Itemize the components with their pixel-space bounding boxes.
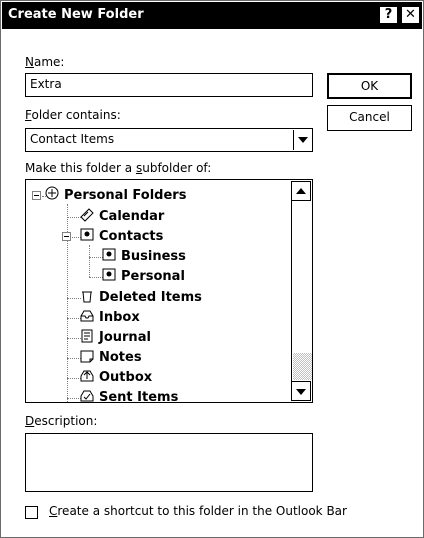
- tree-item-business[interactable]: Business: [101, 247, 186, 267]
- deleted-items-icon: [82, 291, 92, 303]
- arrow-down-icon: [296, 389, 306, 395]
- dropdown-arrow-button[interactable]: [293, 130, 311, 150]
- create-new-folder-dialog: Create New Folder ? ✕ Name: Extra Folder…: [0, 0, 424, 538]
- arrow-up-icon: [296, 188, 306, 194]
- folder-contains-select[interactable]: Contact Items: [25, 128, 313, 152]
- collapse-toggle[interactable]: [32, 191, 41, 200]
- folder-tree[interactable]: Personal Folders Calendar Contacts Busin…: [25, 179, 313, 403]
- tree-item-personal-folders[interactable]: Personal Folders: [44, 186, 186, 206]
- journal-icon: [81, 329, 93, 343]
- folder-contains-label: Folder contains:: [25, 108, 121, 122]
- tree-item-inbox[interactable]: Inbox: [79, 308, 140, 328]
- scroll-down-button[interactable]: [291, 381, 311, 401]
- shortcut-checkbox[interactable]: [25, 506, 38, 519]
- dialog-title: Create New Folder: [8, 7, 144, 22]
- tree-item-sent-items[interactable]: Sent Items: [79, 388, 178, 402]
- description-textarea[interactable]: [25, 433, 313, 492]
- tree-item-calendar[interactable]: Calendar: [79, 207, 164, 227]
- personal-folders-icon: [45, 186, 59, 200]
- name-label: Name:: [25, 55, 65, 69]
- folder-contains-value: Contact Items: [30, 132, 115, 146]
- shortcut-label[interactable]: Create a shortcut to this folder in the …: [49, 504, 347, 518]
- close-button[interactable]: ✕: [401, 6, 420, 24]
- ok-button[interactable]: OK: [327, 73, 412, 99]
- scroll-track-shade[interactable]: [293, 353, 312, 380]
- contacts-icon: [102, 248, 116, 261]
- chevron-down-icon: [298, 137, 308, 143]
- scroll-track[interactable]: [291, 201, 312, 381]
- calendar-icon: [80, 208, 94, 222]
- inbox-icon: [80, 310, 94, 322]
- tree-connector: [89, 245, 90, 277]
- sent-items-icon: [80, 390, 94, 402]
- tree-item-journal[interactable]: Journal: [79, 328, 151, 348]
- name-input-value: Extra: [30, 77, 62, 91]
- collapse-toggle[interactable]: [62, 232, 71, 241]
- contacts-icon: [102, 268, 116, 281]
- notes-icon: [80, 350, 94, 363]
- tree-scrollbar[interactable]: [291, 181, 312, 401]
- contacts-icon: [80, 228, 94, 241]
- tree-item-notes[interactable]: Notes: [79, 348, 142, 368]
- scroll-up-button[interactable]: [291, 181, 311, 201]
- subfolder-label: Make this folder a subfolder of:: [25, 161, 212, 175]
- cancel-button[interactable]: Cancel: [327, 105, 412, 131]
- tree-item-contacts[interactable]: Contacts: [79, 227, 163, 247]
- outbox-icon: [80, 370, 94, 382]
- description-label: Description:: [25, 414, 98, 428]
- tree-item-outbox[interactable]: Outbox: [79, 368, 152, 388]
- title-bar[interactable]: Create New Folder ? ✕: [2, 2, 422, 29]
- tree-item-deleted-items[interactable]: Deleted Items: [79, 288, 202, 308]
- tree-item-personal[interactable]: Personal: [101, 267, 185, 287]
- help-button[interactable]: ?: [379, 6, 398, 24]
- name-input[interactable]: Extra: [25, 73, 313, 97]
